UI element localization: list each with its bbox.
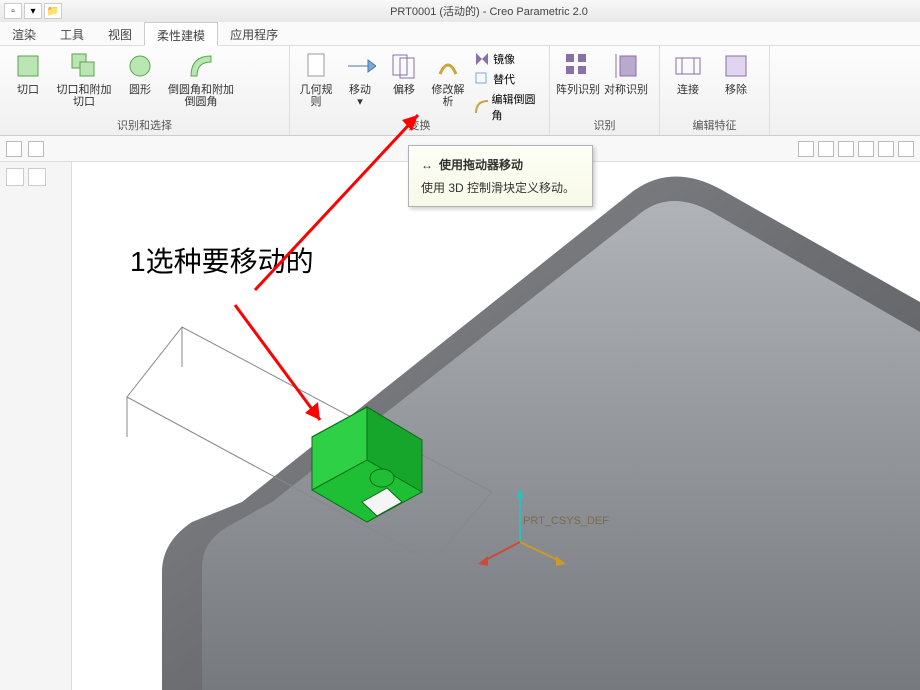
symmetry-recognize-button[interactable]: 对称识别 — [604, 48, 648, 96]
group-label-1: 识别和选择 — [0, 117, 289, 133]
tab-apps[interactable]: 应用程序 — [218, 22, 290, 45]
transform-small-col: 镜像 替代 编辑倒圆角 — [472, 48, 543, 124]
edit-fillet-icon — [474, 99, 488, 115]
csys-label: PRT_CSYS_DEF — [523, 515, 609, 527]
mirror-icon — [474, 51, 490, 67]
move-icon — [344, 50, 376, 82]
qat-icon-3[interactable]: 📁 — [44, 3, 62, 19]
tab-view[interactable]: 视图 — [96, 22, 144, 45]
group-identify-select: 切口 切口和附加切口 圆形 倒圆角和附加倒圆角 识别和选择 — [0, 46, 290, 135]
title-bar: ▫ ▾ 📁 PRT0001 (活动的) - Creo Parametric 2.… — [0, 0, 920, 22]
sec-r3[interactable] — [838, 141, 854, 157]
sec-r6[interactable] — [898, 141, 914, 157]
left-panel — [0, 162, 72, 690]
window-title: PRT0001 (活动的) - Creo Parametric 2.0 — [62, 3, 916, 19]
sec-r2[interactable] — [818, 141, 834, 157]
offset-button[interactable]: 偏移 — [384, 48, 424, 96]
group-recognize: 阵列识别 对称识别 识别 — [550, 46, 660, 135]
modify-analyze-button[interactable]: 修改解析 — [428, 48, 468, 108]
cut-button[interactable]: 切口 — [6, 48, 50, 96]
group-transform: 几何规则 移动▾ 偏移 修改解析 镜像 替代 编辑倒圆角 变换 — [290, 46, 550, 135]
round-icon — [124, 50, 156, 82]
connect-button[interactable]: 连接 — [666, 48, 710, 96]
group-edit-feature: 连接 移除 编辑特征 — [660, 46, 770, 135]
tooltip-move-drag: ↔使用拖动器移动 使用 3D 控制滑块定义移动。 — [408, 145, 593, 207]
sec-icon-2[interactable] — [28, 141, 44, 157]
geom-rule-button[interactable]: 几何规则 — [296, 48, 336, 108]
fillet-attach-icon — [185, 50, 217, 82]
sec-r5[interactable] — [878, 141, 894, 157]
ribbon-tabs: 渲染 工具 视图 柔性建模 应用程序 — [0, 22, 920, 46]
replace-button[interactable]: 替代 — [472, 70, 543, 88]
replace-icon — [474, 71, 490, 87]
quick-access-toolbar: ▫ ▾ 📁 — [4, 3, 62, 19]
tooltip-icon: ↔ — [421, 158, 433, 172]
chevron-down-icon: ▾ — [357, 96, 363, 108]
qat-icon-2[interactable]: ▾ — [24, 3, 42, 19]
remove-button[interactable]: 移除 — [714, 48, 758, 96]
remove-icon — [720, 50, 752, 82]
sec-icon-1[interactable] — [6, 141, 22, 157]
sec-r1[interactable] — [798, 141, 814, 157]
annotation-1: 1选种要移动的 — [130, 240, 314, 280]
connect-icon — [672, 50, 704, 82]
fillet-attach-button[interactable]: 倒圆角和附加倒圆角 — [166, 48, 236, 108]
left-icon-1[interactable] — [6, 168, 24, 186]
group-label-4: 编辑特征 — [660, 117, 769, 133]
tab-flexible-model[interactable]: 柔性建模 — [144, 22, 218, 46]
group-label-3: 识别 — [550, 117, 659, 133]
offset-icon — [388, 50, 420, 82]
sec-r4[interactable] — [858, 141, 874, 157]
cut-attach-icon — [68, 50, 100, 82]
cut-attach-button[interactable]: 切口和附加切口 — [54, 48, 114, 108]
cut-icon — [12, 50, 44, 82]
mirror-button[interactable]: 镜像 — [472, 50, 543, 68]
qat-icon-1[interactable]: ▫ — [4, 3, 22, 19]
secondary-right — [798, 141, 914, 157]
modify-analyze-icon — [432, 50, 464, 82]
tab-tools[interactable]: 工具 — [48, 22, 96, 45]
pattern-recognize-button[interactable]: 阵列识别 — [556, 48, 600, 96]
geom-rule-icon — [300, 50, 332, 82]
tab-render[interactable]: 渲染 — [0, 22, 48, 45]
tooltip-body: 使用 3D 控制滑块定义移动。 — [421, 179, 580, 196]
group-label-2: 变换 — [290, 117, 549, 133]
round-button[interactable]: 圆形 — [118, 48, 162, 96]
symmetry-recognize-icon — [610, 50, 642, 82]
ribbon: 切口 切口和附加切口 圆形 倒圆角和附加倒圆角 识别和选择 几何规则 — [0, 46, 920, 136]
move-button[interactable]: 移动▾ — [340, 48, 380, 108]
left-icon-2[interactable] — [28, 168, 46, 186]
pattern-recognize-icon — [562, 50, 594, 82]
